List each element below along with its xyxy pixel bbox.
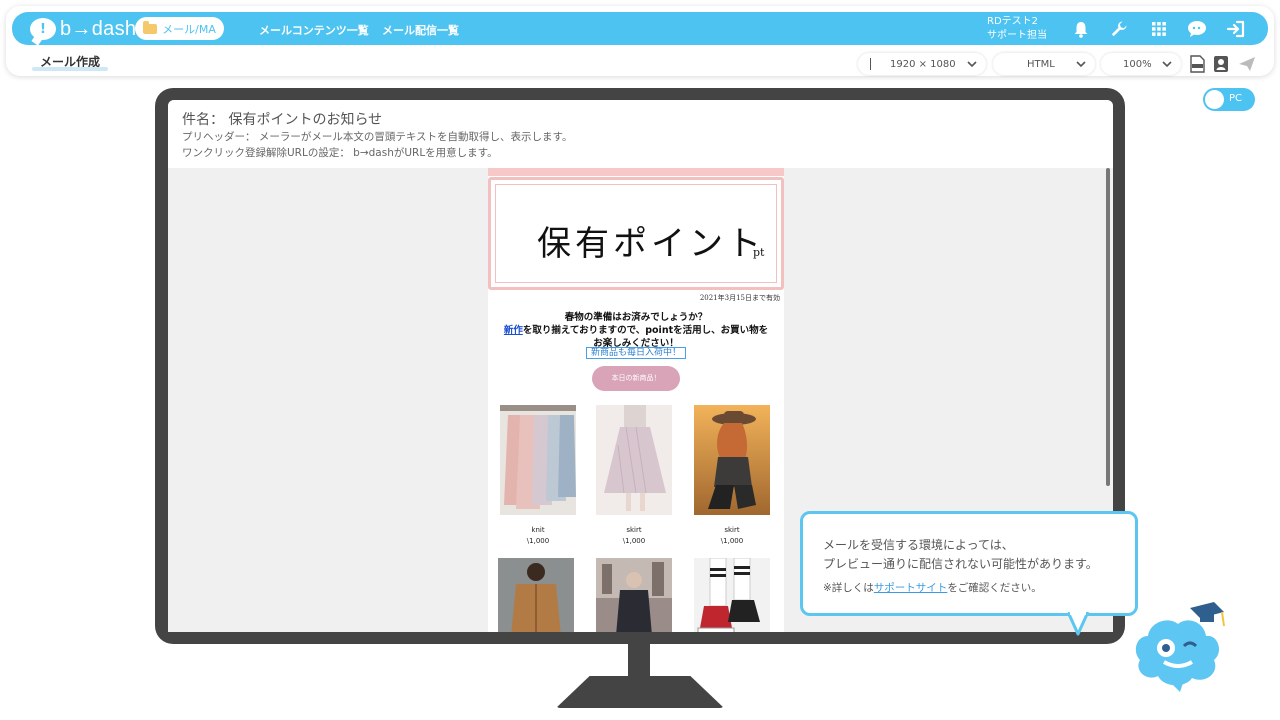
email-message-line1: 春物の準備はお済みでしょうか？	[564, 312, 708, 323]
user-role: サポート担当	[987, 30, 1047, 41]
resolution-value: 1920 × 1080	[890, 58, 956, 70]
point-unit: pt	[753, 246, 765, 259]
bell-icon[interactable]	[1070, 18, 1092, 40]
mail-unsubscribe-setting: ワンクリック登録解除URLの設定： b→dashがURLを用意します。	[182, 147, 498, 159]
product-price: \1,000	[622, 537, 646, 545]
zoom-value: 100%	[1123, 58, 1152, 70]
notice-line3-pre: ※詳しくは	[823, 582, 874, 594]
chevron-down-icon	[1162, 61, 1172, 68]
zoom-select[interactable]: 100%	[1101, 53, 1181, 75]
product-price: \1,000	[720, 537, 744, 545]
mail-preheader: プリヘッダー： メーラーがメール本文の冒頭テキストを自動取得し、表示します。	[182, 131, 573, 143]
nav-mail-content-list[interactable]: メールコンテンツ一覧	[259, 22, 369, 38]
nav-mail-ma-label: メール/MA	[162, 22, 216, 36]
chevron-down-icon	[967, 61, 977, 68]
product-image-coat[interactable]	[498, 558, 574, 632]
product-name: skirt	[724, 526, 740, 534]
product-name: knit	[531, 526, 545, 534]
pc-toggle-label: PC	[1229, 93, 1243, 104]
mail-header-info: 件名： 保有ポイントのお知らせ プリヘッダー： メーラーがメール本文の冒頭テキス…	[168, 100, 1113, 168]
notice-line1: メールを受信する環境によっては、	[823, 538, 1014, 552]
todays-new-items-button[interactable]: 本日の新商品！	[592, 366, 680, 391]
monitor-stand-base	[556, 676, 724, 708]
grid-icon[interactable]	[1148, 18, 1170, 40]
user-name: RDテスト2	[987, 16, 1039, 27]
send-icon[interactable]	[1238, 55, 1256, 73]
product-image-street[interactable]	[596, 558, 672, 632]
product-image-skirt-2[interactable]	[694, 405, 770, 515]
folder-icon	[143, 20, 158, 34]
mail-subject: 件名： 保有ポイントのお知らせ	[182, 112, 383, 128]
product-image-knit[interactable]	[500, 405, 576, 515]
resolution-divider	[870, 58, 871, 70]
top-navigation-bar: ! b→dash メール/MA メールコンテンツ一覧 メール配信一覧 RDテスト…	[12, 12, 1268, 45]
email-message-line2: 新作を取り揃えておりますので、pointを活用し、お買い物を	[488, 322, 784, 336]
chat-icon[interactable]	[1186, 18, 1208, 40]
product-image-sneakers[interactable]	[694, 558, 770, 632]
notice-line2: プレビュー通りに配信されない可能性があります。	[823, 557, 1098, 571]
product-name: skirt	[626, 526, 642, 534]
tab-underline	[32, 67, 108, 71]
resolution-select[interactable]: 1920 × 1080	[858, 53, 986, 75]
product-image-skirt-1[interactable]	[596, 405, 672, 515]
nav-mail-delivery-list[interactable]: メール配信一覧	[382, 22, 459, 38]
toggle-knob	[1205, 90, 1224, 109]
logo-text: b→dash	[60, 17, 137, 40]
new-arrivals-tag: 新商品も毎日入荷中！	[586, 347, 686, 359]
html-file-icon[interactable]	[1188, 55, 1206, 73]
app-logo[interactable]: ! b→dash	[30, 17, 136, 41]
format-value: HTML	[1027, 58, 1055, 70]
nav-mail-ma-button[interactable]: メール/MA	[135, 17, 224, 40]
monitor-stand-neck	[628, 644, 650, 680]
notice-bubble: メールを受信する環境によっては、 プレビュー通りに配信されない可能性があります。…	[800, 511, 1138, 616]
chevron-down-icon	[1076, 61, 1086, 68]
user-info[interactable]: RDテスト2 サポート担当	[987, 15, 1047, 43]
logo-bubble-icon: !	[30, 18, 56, 40]
contact-card-icon[interactable]	[1212, 55, 1230, 73]
expiry-date: 2021年3月15日まで有効	[699, 294, 780, 302]
pc-device-toggle[interactable]: PC	[1203, 88, 1255, 111]
notice-line3: ※詳しくはサポートサイトをご確認ください。	[823, 580, 1042, 595]
notice-line3-post: をご確認ください。	[947, 582, 1042, 594]
support-site-link[interactable]: サポートサイト	[874, 582, 948, 594]
mascot-character-icon	[1135, 602, 1225, 692]
email-top-strip	[488, 168, 784, 176]
bubble-tail	[1068, 612, 1090, 636]
product-price: \1,000	[526, 537, 550, 545]
format-select[interactable]: HTML	[993, 53, 1095, 75]
preview-scrollbar[interactable]	[1106, 168, 1110, 486]
email-body: 保有ポイント pt 2021年3月15日まで有効 春物の準備はお済みでしょうか？…	[488, 168, 784, 632]
point-title: 保有ポイント	[537, 224, 765, 264]
header-card: ! b→dash メール/MA メールコンテンツ一覧 メール配信一覧 RDテスト…	[6, 6, 1274, 76]
point-banner: 保有ポイント pt	[488, 177, 784, 290]
logout-icon[interactable]	[1225, 18, 1247, 40]
wrench-icon[interactable]	[1108, 18, 1130, 40]
